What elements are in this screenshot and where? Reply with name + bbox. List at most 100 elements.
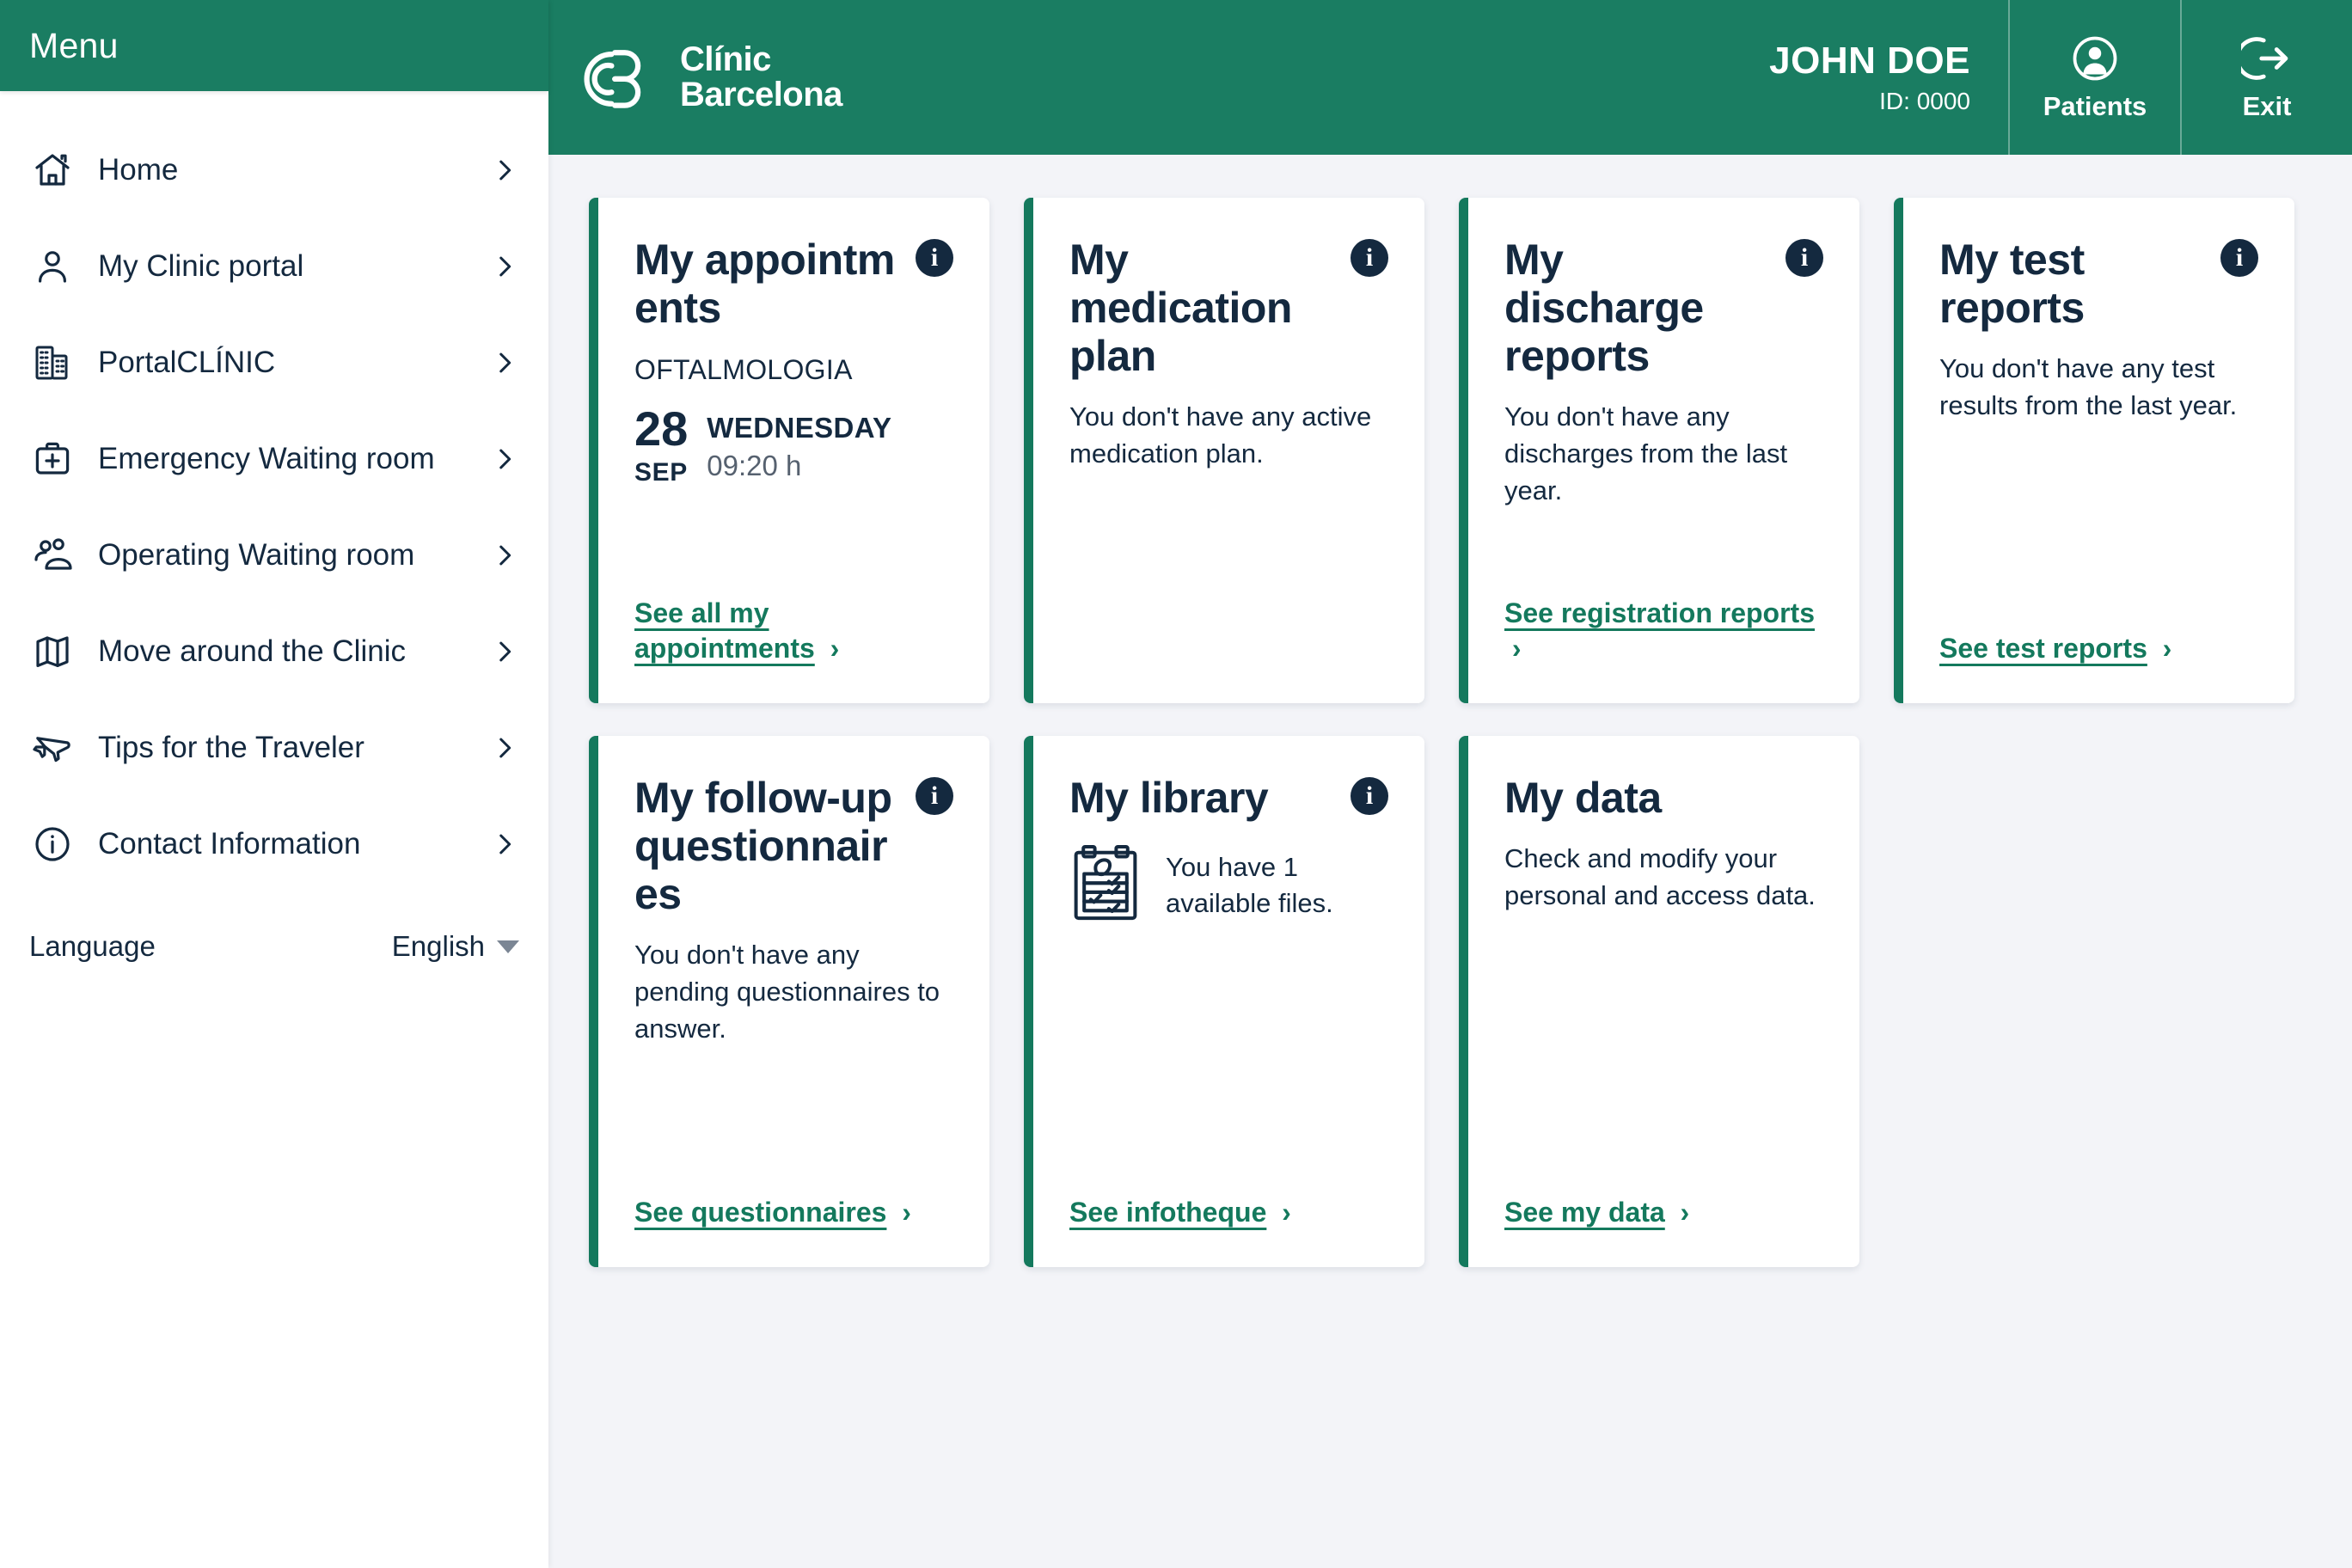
card-title: My test reports <box>1939 236 2085 332</box>
chevron-right-icon <box>490 538 519 573</box>
card-my-data[interactable]: My data Check and modify your personal a… <box>1459 736 1859 1267</box>
sidebar-nav: Home My Clinic portal PortalCLÍNIC Emerg… <box>0 91 548 963</box>
card-link-label: See registration reports <box>1504 597 1815 628</box>
info-icon[interactable]: i <box>1351 239 1388 277</box>
library-summary: You have 1 available files. <box>1069 844 1388 923</box>
info-circle-icon <box>29 821 76 867</box>
chevron-right-icon: › <box>1672 1197 1690 1228</box>
appointment-month: SEP <box>634 458 688 487</box>
sidebar-item-label: Tips for the Traveler <box>98 731 364 764</box>
card-header: My test reports i <box>1939 236 2258 332</box>
card-grid: My appointments i OFTALMOLOGIA 28 SEP WE… <box>589 198 2352 1267</box>
brand-line-1: Clínic <box>680 40 771 78</box>
card-link-test-reports[interactable]: See test reports › <box>1939 631 2258 667</box>
language-value-wrap[interactable]: English <box>392 930 519 963</box>
card-link-registration-reports[interactable]: See registration reports › <box>1504 596 1823 667</box>
brand-line-2: Barcelona <box>680 76 842 113</box>
sidebar-item-my-clinic-portal[interactable]: My Clinic portal <box>0 218 548 315</box>
current-user-block: JOHN DOE ID: 0000 <box>1743 0 2008 155</box>
card-link-questionnaires[interactable]: See questionnaires › <box>634 1195 953 1231</box>
exit-button-label: Exit <box>2242 91 2292 121</box>
language-selector[interactable]: Language English <box>0 911 548 963</box>
main-area: Clínic Barcelona JOHN DOE ID: 0000 Patie <box>548 0 2352 1568</box>
sidebar-item-label: Move around the Clinic <box>98 634 406 668</box>
chevron-right-icon <box>490 249 519 284</box>
card-my-appointments[interactable]: My appointments i OFTALMOLOGIA 28 SEP WE… <box>589 198 989 703</box>
card-my-discharge-reports[interactable]: My discharge reports i You don't have an… <box>1459 198 1859 703</box>
card-link-my-data[interactable]: See my data › <box>1504 1195 1823 1231</box>
card-body: You don't have any active medication pla… <box>1069 401 1372 469</box>
sidebar-header: Menu <box>0 0 548 91</box>
language-value: English <box>391 930 485 962</box>
card-my-library[interactable]: My library i You have 1 available files.… <box>1024 736 1424 1267</box>
card-body: You don't have any pending questionnaire… <box>634 940 940 1044</box>
user-id: ID: 0000 <box>1879 88 1970 114</box>
menu-title: Menu <box>29 25 119 65</box>
chevron-right-icon: › <box>822 633 840 665</box>
card-my-medication-plan[interactable]: My medication plan i You don't have any … <box>1024 198 1424 703</box>
card-header: My medication plan i <box>1069 236 1388 380</box>
chevron-right-icon <box>490 634 519 669</box>
sidebar-item-tips-for-the-traveler[interactable]: Tips for the Traveler <box>0 700 548 796</box>
card-title: My appointments <box>634 236 895 332</box>
chevron-right-icon <box>490 153 519 187</box>
card-body: You don't have any test results from the… <box>1939 353 2238 420</box>
appointment-time: 09:20 h <box>707 450 802 481</box>
appointment-date: 28 SEP <box>634 405 688 487</box>
card-link-infotheque[interactable]: See infotheque › <box>1069 1195 1388 1231</box>
card-link-appointments[interactable]: See all my appointments › <box>634 596 953 667</box>
sidebar-item-contact-information[interactable]: Contact Information <box>0 796 548 892</box>
airplane-icon <box>29 725 76 771</box>
exit-button[interactable]: Exit <box>2180 0 2352 155</box>
building-icon <box>29 340 76 386</box>
chevron-right-icon <box>490 346 519 380</box>
card-title: My discharge reports <box>1504 236 1704 380</box>
info-icon[interactable]: i <box>916 777 953 815</box>
patients-button[interactable]: Patients <box>2008 0 2180 155</box>
info-icon[interactable]: i <box>916 239 953 277</box>
appointment-when: WEDNESDAY 09:20 h <box>707 405 891 482</box>
home-icon <box>29 147 76 193</box>
sidebar-item-label: Contact Information <box>98 827 361 861</box>
info-icon[interactable]: i <box>2220 239 2258 277</box>
info-icon[interactable]: i <box>1351 777 1388 815</box>
chevron-right-icon: › <box>1274 1197 1291 1228</box>
card-my-test-reports[interactable]: My test reports i You don't have any tes… <box>1894 198 2294 703</box>
sidebar-item-label: Emergency Waiting room <box>98 442 435 475</box>
patients-button-label: Patients <box>2043 91 2147 121</box>
sidebar-item-home[interactable]: Home <box>0 122 548 218</box>
first-aid-kit-icon <box>29 436 76 482</box>
appointment-datetime: 28 SEP WEDNESDAY 09:20 h <box>634 405 953 487</box>
brand-logo[interactable]: Clínic Barcelona <box>548 0 842 155</box>
card-link-label: See all my appointments <box>634 597 815 665</box>
chevron-right-icon <box>490 442 519 476</box>
people-icon <box>29 532 76 579</box>
sidebar-item-portalclinic[interactable]: PortalCLÍNIC <box>0 315 548 411</box>
info-icon[interactable]: i <box>1785 239 1823 277</box>
card-header: My appointments i <box>634 236 953 332</box>
sidebar: Menu Home My Clinic portal PortalCLÍNIC … <box>0 0 548 1568</box>
chevron-down-icon <box>497 940 519 953</box>
sidebar-item-operating-waiting-room[interactable]: Operating Waiting room <box>0 507 548 603</box>
sidebar-item-move-around-the-clinic[interactable]: Move around the Clinic <box>0 603 548 700</box>
app-root: Menu Home My Clinic portal PortalCLÍNIC … <box>0 0 2352 1568</box>
card-link-label: See test reports <box>1939 633 2147 665</box>
map-icon <box>29 628 76 675</box>
chevron-right-icon: › <box>2154 633 2172 665</box>
card-title: My data <box>1504 774 1662 822</box>
card-header: My library i <box>1069 774 1388 822</box>
card-link-label: See my data <box>1504 1197 1665 1228</box>
chevron-right-icon: › <box>894 1197 911 1228</box>
card-title: My library <box>1069 774 1269 822</box>
top-header: Clínic Barcelona JOHN DOE ID: 0000 Patie <box>548 0 2352 155</box>
appointment-specialty: OFTALMOLOGIA <box>634 354 853 385</box>
appointment-weekday: WEDNESDAY <box>707 412 892 444</box>
card-my-followup-questionnaires[interactable]: My follow-up questionnaires i You don't … <box>589 736 989 1267</box>
sidebar-item-label: Home <box>98 153 179 187</box>
card-body: Check and modify your personal and acces… <box>1504 843 1816 910</box>
card-title: My medication plan <box>1069 236 1292 380</box>
sidebar-item-emergency-waiting-room[interactable]: Emergency Waiting room <box>0 411 548 507</box>
card-link-label: See infotheque <box>1069 1197 1267 1228</box>
brand-text: Clínic Barcelona <box>680 40 842 113</box>
sidebar-item-label: Operating Waiting room <box>98 538 415 572</box>
